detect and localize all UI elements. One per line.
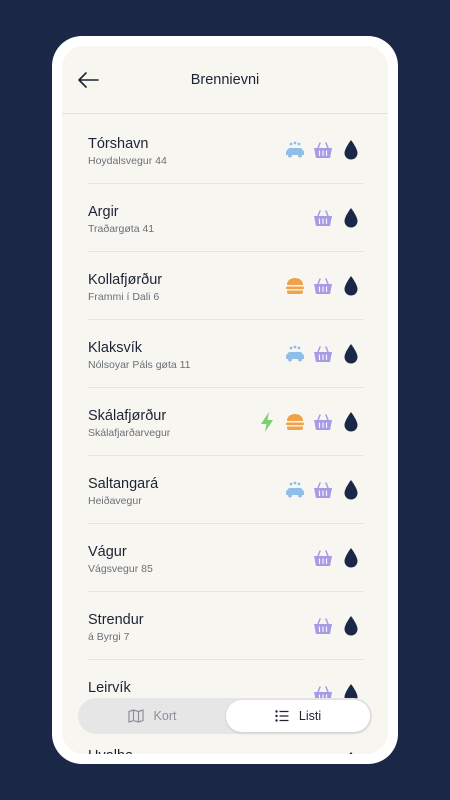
station-name: Saltangará [88, 476, 159, 492]
station-name: Tórshavn [88, 136, 149, 152]
fuel-drop-icon [339, 342, 363, 366]
station-address: Skálafjarðarvegur [88, 427, 171, 439]
page-title: Brennievni [190, 72, 260, 88]
station-address: Hoydalsvegur 44 [88, 155, 167, 167]
station-row[interactable]: Klaksvík Nólsoyar Páls gøta 11 [88, 320, 363, 388]
burger-icon [283, 410, 307, 434]
car-wash-icon [283, 478, 307, 502]
shop-basket-icon [311, 614, 335, 638]
map-view-button[interactable]: Kort [80, 700, 224, 732]
fuel-drop-icon [339, 206, 363, 230]
amenity-icons [283, 342, 363, 366]
station-address: Heiðavegur [88, 495, 142, 507]
station-list: Tórshavn Hoydalsvegur 44 Argir Traðargøta 4… [88, 116, 363, 754]
amenity-icons [311, 614, 363, 638]
fuel-drop-icon [339, 478, 363, 502]
shop-basket-icon [311, 206, 335, 230]
shop-basket-icon [311, 478, 335, 502]
station-name: Skálafjørður [88, 408, 167, 424]
amenity-icons [339, 750, 363, 754]
station-row[interactable]: Strendur á Byrgi 7 [88, 592, 363, 660]
amenity-icons [255, 410, 363, 434]
car-wash-icon [283, 342, 307, 366]
station-address: Frammi í Dali 6 [88, 291, 160, 303]
car-wash-icon [283, 138, 307, 162]
station-row[interactable]: Kollafjørður Frammi í Dali 6 [88, 252, 363, 320]
shop-basket-icon [311, 410, 335, 434]
shop-basket-icon [311, 342, 335, 366]
station-name: Argir [88, 204, 119, 220]
fuel-drop-icon [339, 410, 363, 434]
burger-icon [283, 274, 307, 298]
shop-basket-icon [311, 138, 335, 162]
list-icon [275, 710, 289, 722]
amenity-icons [283, 274, 363, 298]
fuel-drop-icon [339, 274, 363, 298]
shop-basket-icon [311, 274, 335, 298]
shop-basket-icon [311, 546, 335, 570]
station-name: Klaksvík [88, 340, 142, 356]
map-view-label: Kort [153, 709, 177, 723]
app-screen: Brennievni Tórshavn Hoydalsvegur 44 Argir T… [62, 46, 388, 754]
station-address: Vágsvegur 85 [88, 563, 153, 575]
station-row[interactable]: Tórshavn Hoydalsvegur 44 [88, 116, 363, 184]
list-view-label: Listi [298, 709, 322, 723]
amenity-icons [283, 478, 363, 502]
fuel-drop-icon [339, 750, 363, 754]
station-name: Hvalba [88, 748, 133, 754]
station-name: Vágur [88, 544, 127, 560]
station-name: Leirvík [88, 680, 131, 696]
fuel-drop-icon [339, 138, 363, 162]
amenity-icons [311, 206, 363, 230]
header: Brennievni [62, 46, 388, 114]
fuel-drop-icon [339, 614, 363, 638]
station-row[interactable]: Vágur Vágsvegur 85 [88, 524, 363, 592]
station-address: Nólsoyar Páls gøta 11 [88, 359, 191, 371]
amenity-icons [283, 138, 363, 162]
station-row[interactable]: Saltangará Heiðavegur [88, 456, 363, 524]
station-address: Traðargøta 41 [88, 223, 155, 235]
ev-charging-icon [255, 410, 279, 434]
list-view-button[interactable]: Listi [226, 700, 370, 732]
map-icon [127, 709, 144, 723]
station-address: á Byrgi 7 [88, 631, 130, 643]
station-name: Kollafjørður [88, 272, 163, 288]
fuel-drop-icon [339, 546, 363, 570]
view-toggle: Kort Listi [78, 698, 372, 734]
station-row[interactable]: Argir Traðargøta 41 [88, 184, 363, 252]
amenity-icons [311, 546, 363, 570]
station-row[interactable]: Skálafjørður Skálafjarðarvegur [88, 388, 363, 456]
station-name: Strendur [88, 612, 144, 628]
